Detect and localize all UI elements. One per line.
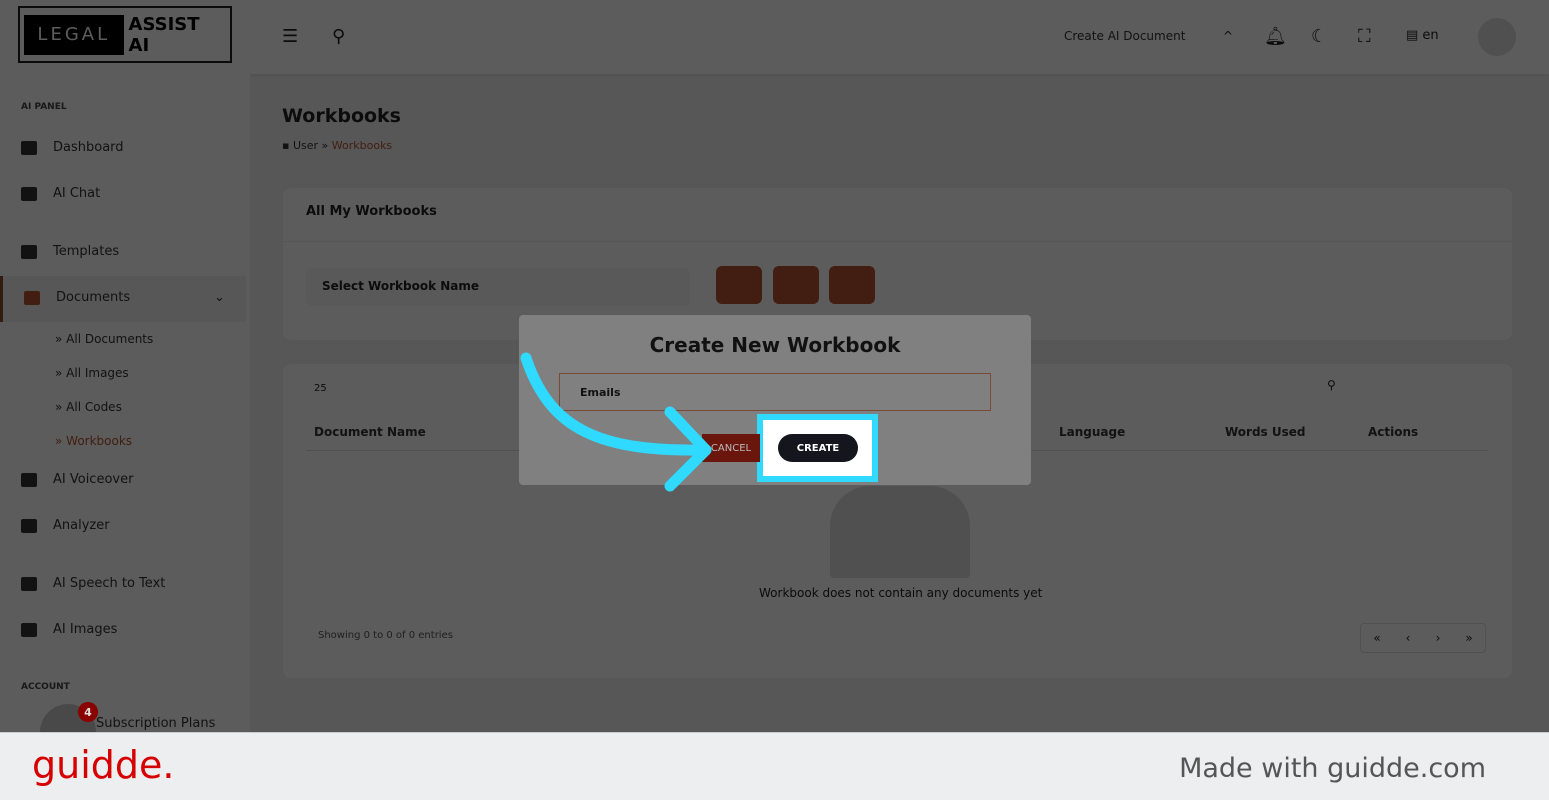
waveform-icon [21, 472, 37, 487]
guidde-logo: guidde. [32, 743, 175, 787]
entries-info: Showing 0 to 0 of 0 entries [318, 630, 453, 641]
workbook-select[interactable]: Select Workbook Name [306, 268, 690, 306]
column-header[interactable]: Language [1059, 425, 1125, 439]
create-ai-document-dropdown[interactable]: Create AI Document [1064, 29, 1185, 43]
section-label: AI PANEL [21, 102, 67, 112]
top-header: LEGAL ASSIST AI ☰ ⚲ Create AI Document ^ … [0, 0, 1549, 74]
page-title: Workbooks [282, 105, 401, 127]
empty-illustration [830, 486, 970, 578]
logo[interactable]: LEGAL ASSIST AI [18, 6, 232, 63]
column-header[interactable]: Document Name [314, 425, 426, 439]
section-label: ACCOUNT [21, 682, 70, 692]
sidebar-sub-all-images[interactable]: » All Images [55, 366, 129, 380]
view-workbook-button[interactable] [773, 266, 819, 304]
folder-icon [24, 290, 40, 305]
pagination: « ‹ › » [1360, 623, 1486, 653]
chat-icon [21, 186, 37, 201]
ai-chip-icon [21, 244, 37, 259]
column-header: Actions [1368, 425, 1419, 439]
avatar[interactable] [1478, 18, 1516, 56]
sidebar-sub-workbooks[interactable]: » Workbooks [55, 434, 132, 448]
sidebar-item-subscription-plans[interactable]: Subscription Plans [96, 716, 215, 731]
modal-title: Create New Workbook [649, 333, 901, 357]
made-with: Made with guidde.com [1179, 753, 1486, 784]
menu-icon[interactable]: ☰ [282, 26, 298, 47]
sidebar-item-documents[interactable]: Documents ⌄ [24, 290, 225, 305]
chat-icon [21, 518, 37, 533]
sidebar-item-speech-to-text[interactable]: AI Speech to Text [21, 576, 165, 591]
sidebar-item-dashboard[interactable]: Dashboard [21, 140, 124, 155]
create-button[interactable]: CREATE [778, 434, 858, 462]
prev-page-button[interactable]: ‹ [1393, 624, 1423, 652]
delete-workbook-button[interactable] [829, 266, 875, 304]
first-page-button[interactable]: « [1361, 624, 1393, 652]
language-selector[interactable]: ▤ en [1406, 28, 1439, 43]
sidebar-item-ai-chat[interactable]: AI Chat [21, 186, 100, 201]
fullscreen-icon[interactable]: ⛶ [1358, 26, 1371, 47]
add-workbook-button[interactable] [716, 266, 762, 304]
sidebar-item-templates[interactable]: Templates [21, 244, 119, 259]
chevron-up-icon[interactable]: ^ [1223, 29, 1233, 43]
sidebar-item-analyzer[interactable]: Analyzer [21, 518, 110, 533]
page-size-select[interactable]: 25 [314, 383, 327, 394]
music-icon [21, 576, 37, 591]
cancel-button[interactable]: CANCEL [702, 434, 760, 462]
search-icon[interactable]: ⚲ [332, 26, 345, 47]
sidebar-sub-all-documents[interactable]: » All Documents [55, 332, 153, 346]
search-icon[interactable]: ⚲ [1327, 378, 1336, 392]
moon-icon[interactable]: ☾ [1311, 26, 1327, 47]
sidebar-item-ai-voiceover[interactable]: AI Voiceover [21, 472, 133, 487]
sidebar-sub-all-codes[interactable]: » All Codes [55, 400, 122, 414]
footer: guidde. Made with guidde.com [0, 732, 1549, 800]
dashboard-icon [21, 140, 37, 155]
workbook-name-input[interactable]: Emails [559, 373, 991, 411]
last-page-button[interactable]: » [1453, 624, 1485, 652]
chevron-down-icon: ⌄ [214, 290, 225, 305]
bell-icon[interactable]: 🔔︎ [1264, 26, 1287, 47]
sidebar-item-ai-images[interactable]: AI Images [21, 622, 117, 637]
next-page-button[interactable]: › [1423, 624, 1453, 652]
column-header[interactable]: Words Used [1225, 425, 1306, 439]
notification-badge: 4 [78, 702, 98, 722]
breadcrumb: ▪ User » Workbooks [282, 139, 393, 152]
empty-message: Workbook does not contain any documents … [759, 586, 1043, 600]
camera-icon [21, 622, 37, 637]
